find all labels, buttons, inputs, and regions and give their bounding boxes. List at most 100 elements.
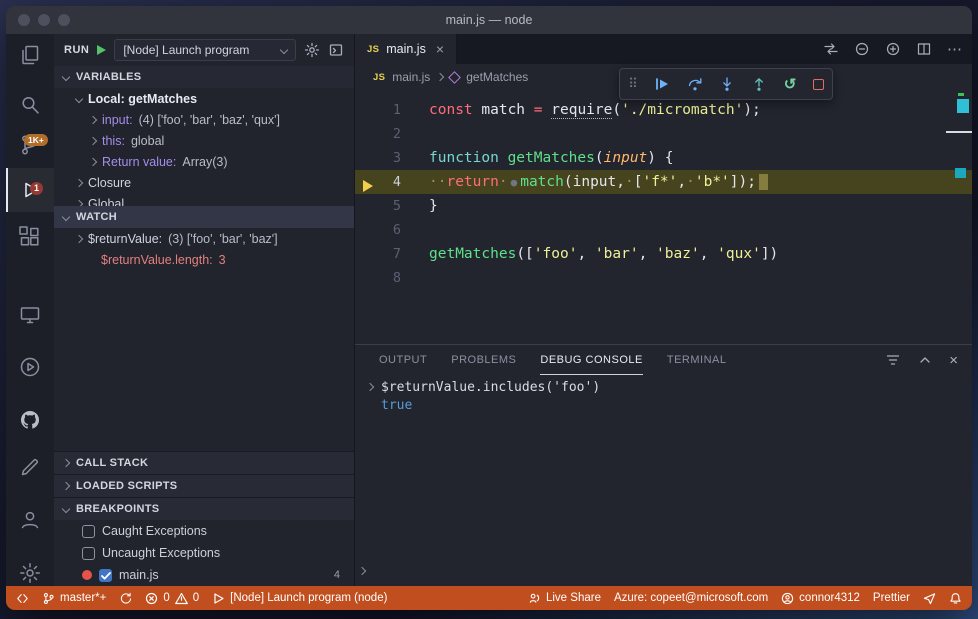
code-editor[interactable]: 1 const match = require('./micromatch'); 2… [355,90,972,344]
panel-tab-debug-console[interactable]: DEBUG CONSOLE [540,345,643,375]
line-number: 2 [392,126,401,142]
breakpoint-checkbox[interactable] [99,568,112,582]
tree-row[interactable]: $returnValue.length: 3 [54,249,354,270]
tree-row[interactable]: Return value: Array(3) [54,151,354,172]
debug-target-label: [Node] Launch program (node) [230,592,388,604]
call-stack-section-header[interactable]: CALL STACK [54,451,354,474]
sync-icon[interactable] [119,592,132,605]
breakpoints-section-header[interactable]: BREAKPOINTS [54,497,354,520]
code-line[interactable]: 3 function getMatches(input) { [355,146,972,170]
github-icon[interactable] [18,408,42,432]
remote-explorer-icon[interactable] [18,303,42,327]
stop-icon[interactable] [812,78,824,90]
prev-change-icon[interactable] [854,41,870,57]
close-panel-icon[interactable]: × [949,353,958,368]
feedback-icon[interactable] [923,592,936,605]
search-icon[interactable] [18,93,42,117]
gutter[interactable]: 8 [355,270,405,286]
minimize-window-button[interactable] [38,14,50,26]
breakpoint-row-file[interactable]: main.js 4 [54,564,354,586]
tree-row[interactable]: Closure [54,172,354,193]
tree-row[interactable]: input: (4) ['foo', 'bar', 'baz', 'qux'] [54,109,354,130]
launch-config-dropdown[interactable]: [Node] Launch program [114,39,296,61]
source-control-badge: 1K+ [24,134,48,147]
caught-exceptions-checkbox[interactable] [82,524,95,538]
breakpoint-row-uncaught[interactable]: Uncaught Exceptions [54,542,354,564]
panel-tab-terminal[interactable]: TERMINAL [667,345,727,375]
panel-tab-output[interactable]: OUTPUT [379,345,427,375]
chevron-down-icon [279,45,289,55]
title-bar[interactable]: main.js — node [6,6,972,34]
debug-console[interactable]: $returnValue.includes('foo') true [355,375,972,586]
step-over-icon[interactable] [687,76,703,92]
gutter[interactable]: 4 [355,174,405,192]
breakpoint-dot-icon[interactable] [82,570,92,580]
tree-row[interactable]: $returnValue: (3) ['foo', 'bar', 'baz'] [54,228,354,249]
chevron-down-icon [61,504,71,514]
breakpoint-row-caught[interactable]: Caught Exceptions [54,520,354,542]
watch-list: $returnValue: (3) ['foo', 'bar', 'baz'] $r… [54,228,354,270]
code-line[interactable]: 7 getMatches(['foo', 'bar', 'baz', 'qux']… [355,242,972,266]
notifications-bell-icon[interactable] [949,592,962,605]
code-line[interactable]: 6 [355,218,972,242]
filter-icon[interactable] [885,352,901,368]
extensions-icon[interactable] [18,225,42,249]
debug-settings-gear-icon[interactable] [304,42,320,58]
gutter[interactable]: 6 [355,222,405,238]
formatter-item[interactable]: Prettier [873,592,910,604]
breadcrumb-file[interactable]: main.js [392,70,430,84]
step-into-icon[interactable] [719,76,735,92]
files-icon[interactable] [18,43,42,67]
tree-row[interactable]: Global [54,193,354,206]
step-out-icon[interactable] [751,76,767,92]
start-debug-icon[interactable] [97,45,107,55]
gutter[interactable]: 7 [355,246,405,262]
variables-section-header[interactable]: VARIABLES [54,66,354,88]
code-line[interactable]: 2 [355,122,972,146]
edit-icon[interactable] [18,455,42,479]
variable-name: Return value: [102,154,177,169]
open-changes-icon[interactable] [823,41,839,57]
loaded-scripts-section-header[interactable]: LOADED SCRIPTS [54,474,354,497]
live-share-item[interactable]: Live Share [528,592,601,605]
code-line[interactable]: 1 const match = require('./micromatch'); [355,98,972,122]
console-input-row[interactable] [357,563,367,578]
tree-row[interactable]: Local: getMatches [54,88,354,109]
tab-mainjs[interactable]: JS main.js × [355,34,458,64]
drag-handle-icon[interactable]: ⠿ [628,76,638,92]
problems-item[interactable]: 0 0 [145,592,199,605]
accounts-icon[interactable] [18,508,42,532]
console-entry[interactable]: $returnValue.includes('foo') [365,378,972,396]
debug-target-item[interactable]: [Node] Launch program (node) [212,592,387,605]
expand-entry-icon[interactable] [365,382,375,392]
zoom-window-button[interactable] [58,14,70,26]
close-tab-icon[interactable]: × [436,42,444,56]
gutter[interactable]: 3 [355,150,405,166]
settings-gear-icon[interactable] [18,561,42,585]
code-line[interactable]: 8 [355,266,972,290]
more-actions-icon[interactable]: ⋯ [947,42,962,57]
code-line[interactable]: 5} [355,194,972,218]
git-branch-item[interactable]: master*+ [42,592,106,605]
gutter[interactable]: 5 [355,198,405,214]
chevron-up-icon[interactable] [917,352,933,368]
account-item[interactable]: connor4312 [781,592,860,605]
split-editor-icon[interactable] [916,41,932,57]
play-circle-icon[interactable] [18,355,42,379]
gutter[interactable]: 1 [355,102,405,118]
debug-console-icon[interactable] [328,42,344,58]
panel-tab-problems[interactable]: PROBLEMS [451,345,516,375]
code-line[interactable]: 4 ··return· ● match(input,·['f*',·'b*']); [355,170,972,194]
remote-indicator-icon[interactable] [16,592,29,605]
next-change-icon[interactable] [885,41,901,57]
azure-account-item[interactable]: Azure: copeet@microsoft.com [614,592,768,604]
restart-icon[interactable]: ↺ [784,77,797,92]
variable-value: (3) ['foo', 'bar', 'baz'] [168,231,278,246]
continue-icon[interactable] [654,76,670,92]
watch-section-header[interactable]: WATCH [54,206,354,228]
tree-row[interactable]: this: global [54,130,354,151]
close-window-button[interactable] [18,14,30,26]
gutter[interactable]: 2 [355,126,405,142]
breadcrumb-symbol[interactable]: getMatches [466,70,528,84]
uncaught-exceptions-checkbox[interactable] [82,546,95,560]
